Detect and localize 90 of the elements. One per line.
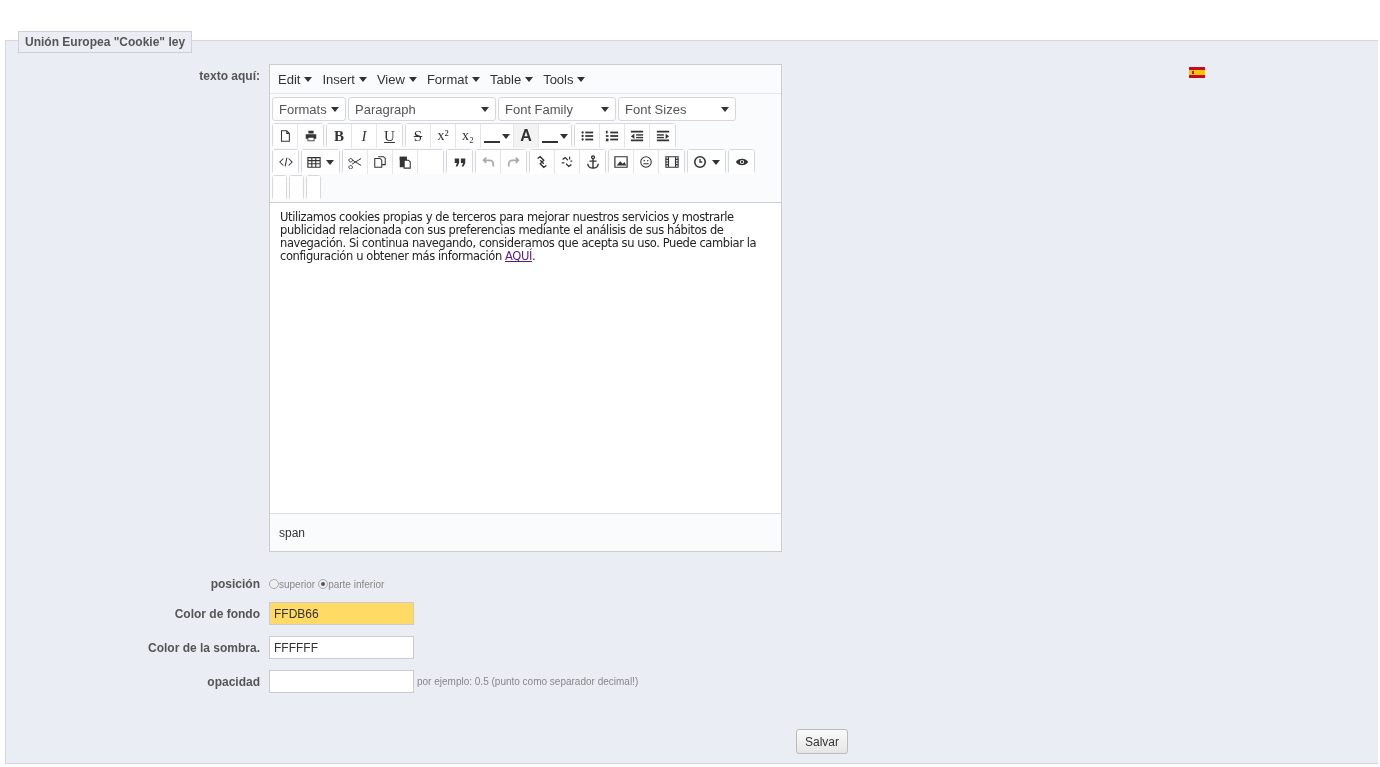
- radio-button[interactable]: [318, 579, 329, 589]
- film-icon: [664, 155, 679, 169]
- element-path: span: [279, 525, 306, 540]
- link-button[interactable]: [530, 150, 555, 174]
- subscript-button[interactable]: x₂: [456, 124, 481, 148]
- outdent-button[interactable]: [625, 124, 650, 148]
- menu-button[interactable]: Tools: [539, 69, 590, 89]
- caret-icon: [712, 159, 720, 165]
- caret-icon: [304, 76, 313, 82]
- paste-button[interactable]: [393, 150, 418, 174]
- caret-icon: [472, 76, 481, 82]
- copy-button[interactable]: [368, 150, 393, 174]
- help-text: por ejemplo: 0.5 (punto como separador decimal!): [417, 676, 639, 687]
- field-label: Color de la sombra.: [146, 640, 261, 655]
- table-button[interactable]: [302, 150, 339, 174]
- menu-button[interactable]: View: [372, 69, 421, 89]
- caret-icon: [326, 159, 334, 165]
- dropdown[interactable]: Paragraph: [348, 97, 496, 121]
- anchor-button[interactable]: [580, 150, 605, 174]
- caret-icon: [560, 133, 568, 139]
- anchor-icon: [585, 155, 600, 169]
- field-label: Color de fondo: [173, 606, 261, 621]
- caret-icon: [525, 76, 534, 82]
- color-input[interactable]: FFDB66: [269, 602, 414, 625]
- copy-icon: [373, 155, 387, 169]
- smiley-icon: [639, 155, 653, 169]
- text-input[interactable]: [269, 670, 414, 693]
- bullet-list-icon: [580, 129, 594, 143]
- eye-button[interactable]: [729, 150, 754, 174]
- caret-icon: [408, 76, 417, 82]
- dropdown[interactable]: Font Sizes: [618, 97, 736, 121]
- menu-button[interactable]: Table: [486, 69, 538, 89]
- rich-text-editor[interactable]: [269, 64, 782, 552]
- menu-button[interactable]: Format: [422, 69, 485, 89]
- numbered-list-icon: [605, 129, 619, 143]
- caret-icon: [331, 106, 339, 112]
- dropdown[interactable]: Font Family: [498, 97, 616, 121]
- numbered-list-button[interactable]: [600, 124, 625, 148]
- color-picker-button[interactable]: [481, 124, 514, 148]
- bold-button[interactable]: B: [327, 124, 352, 148]
- radio-label: superior: [279, 578, 316, 590]
- radio-button[interactable]: [269, 579, 279, 589]
- radio-label: parte inferior: [328, 578, 385, 590]
- dropdown[interactable]: Formats: [272, 97, 346, 121]
- document-icon: [278, 129, 292, 143]
- clock-button[interactable]: [688, 150, 725, 174]
- code-icon: [278, 155, 293, 169]
- clock-icon: [693, 155, 707, 169]
- paste-icon: [398, 155, 412, 169]
- bullet-list-button[interactable]: [575, 124, 600, 148]
- field-label: opacidad: [206, 674, 261, 689]
- caret-icon: [721, 106, 729, 112]
- indent-icon: [655, 129, 670, 143]
- outdent-icon: [630, 129, 644, 143]
- caret-icon: [601, 106, 609, 112]
- section-title: Unión Europea "Cookie" ley: [18, 31, 193, 53]
- document-button[interactable]: [273, 124, 298, 148]
- quote-button[interactable]: [447, 150, 472, 174]
- image-icon: [614, 155, 628, 169]
- menu-button[interactable]: Insert: [318, 69, 371, 89]
- field-label: texto aquí:: [198, 68, 261, 83]
- indent-button[interactable]: [650, 124, 675, 148]
- film-button[interactable]: [659, 150, 684, 174]
- caret-icon: [358, 76, 367, 82]
- undo-icon: [481, 155, 495, 169]
- underline-button[interactable]: U: [377, 124, 402, 148]
- color-input[interactable]: FFFFFF: [269, 636, 414, 659]
- field-label: posición: [209, 577, 261, 591]
- italic-button[interactable]: I: [352, 124, 377, 148]
- paragraph: Utilizamos cookies propias y de terceros para mejorar nuestros servicios y mostrarle publicidad relacionada con sus preferencias mediante el análisis de sus hábitos de navegación. Si continua navegando, consideramos que acepta su uso. Puede cambiar la configuración u obtener más información AQUÍ.: [280, 211, 758, 263]
- image-button[interactable]: [609, 150, 634, 174]
- highlight-button[interactable]: A: [514, 124, 539, 148]
- printer-icon: [303, 129, 318, 143]
- color-picker-button[interactable]: [539, 124, 571, 148]
- menu-button[interactable]: Edit: [274, 69, 317, 89]
- superscript-button[interactable]: x²: [431, 124, 456, 148]
- flag-icon[interactable]: [1189, 67, 1205, 78]
- scissors-button[interactable]: [343, 150, 368, 174]
- strikethrough-button[interactable]: S: [406, 124, 431, 148]
- unlink-button[interactable]: [555, 150, 580, 174]
- code-button[interactable]: [273, 150, 298, 174]
- save-button[interactable]: Salvar: [796, 729, 848, 754]
- caret-icon: [502, 133, 510, 139]
- caret-icon: [481, 106, 489, 112]
- smiley-button[interactable]: [634, 150, 659, 174]
- caret-icon: [577, 76, 586, 82]
- redo-icon: [506, 155, 521, 169]
- printer-button[interactable]: [298, 124, 323, 148]
- table-icon: [307, 155, 321, 169]
- scissors-icon: [348, 155, 362, 169]
